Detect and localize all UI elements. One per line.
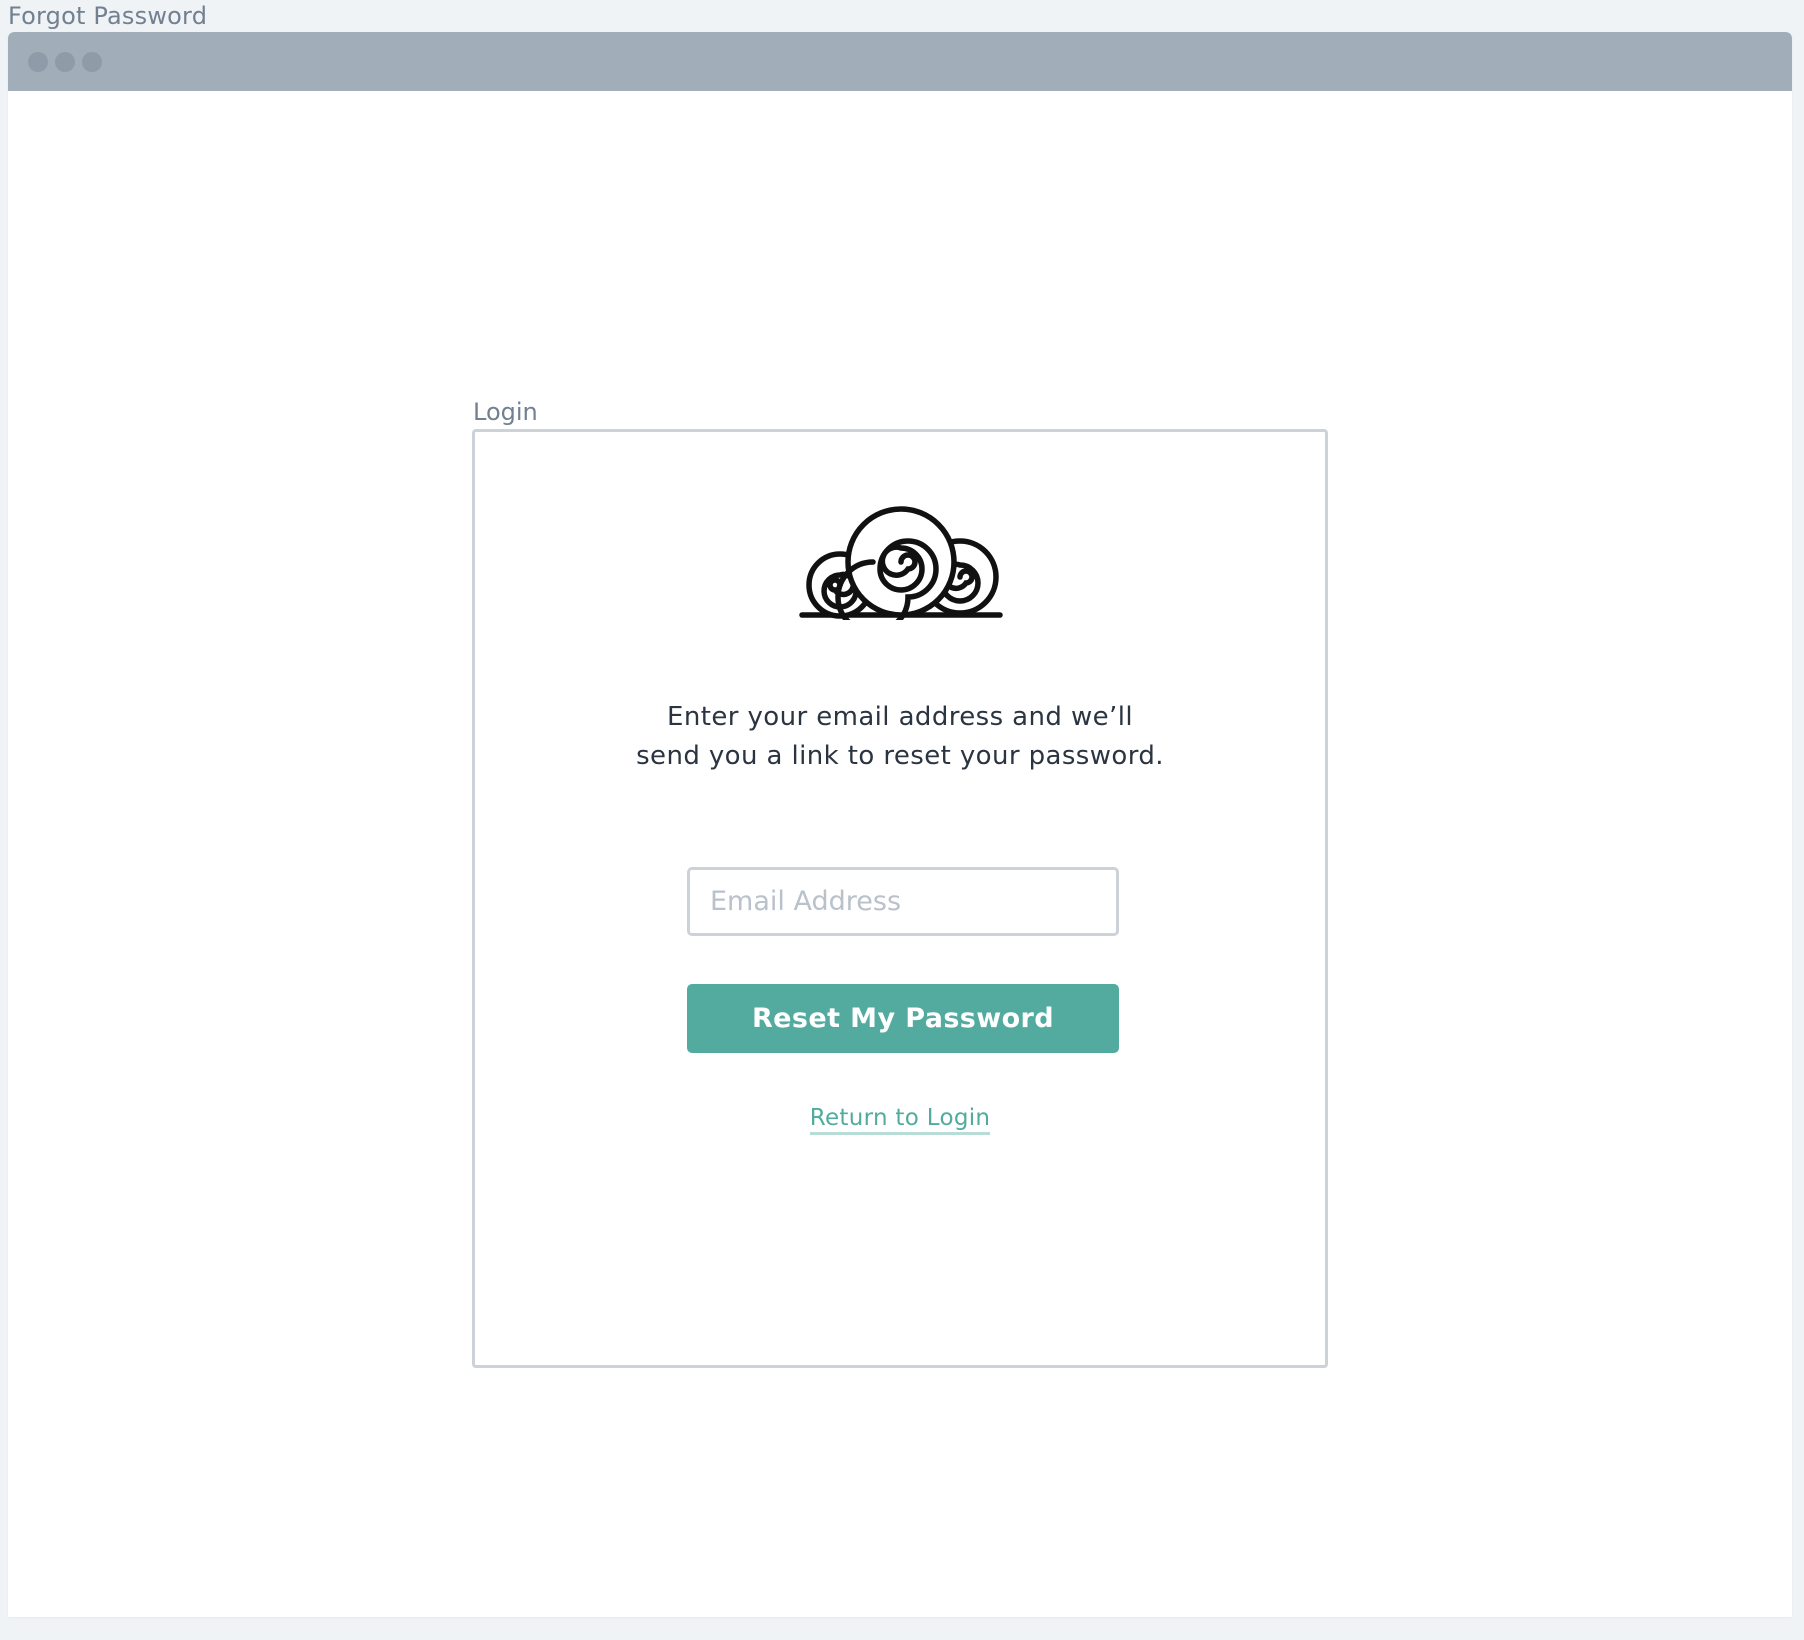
- frame-title: Forgot Password: [8, 2, 208, 30]
- instructions-line-2: send you a link to reset your password.: [636, 741, 1164, 771]
- login-section-label: Login: [473, 398, 538, 426]
- return-link-container: Return to Login: [475, 1105, 1325, 1135]
- reset-password-button[interactable]: Reset My Password: [687, 984, 1119, 1053]
- spiral-hay-bales-logo-icon: [799, 506, 1003, 620]
- browser-titlebar: [8, 32, 1792, 91]
- window-minimize-dot[interactable]: [55, 52, 75, 72]
- window-maximize-dot[interactable]: [82, 52, 102, 72]
- instructions-line-1: Enter your email address and we’ll: [667, 702, 1133, 732]
- window-controls: [28, 52, 102, 72]
- forgot-password-card: Enter your email address and we’ll send …: [472, 429, 1328, 1368]
- email-address-input[interactable]: [687, 867, 1119, 936]
- return-to-login-link[interactable]: Return to Login: [809, 1105, 991, 1135]
- browser-window: Login Enter your email address and we’ll…: [8, 32, 1792, 1617]
- window-close-dot[interactable]: [28, 52, 48, 72]
- instructions-text: Enter your email address and we’ll send …: [475, 698, 1325, 776]
